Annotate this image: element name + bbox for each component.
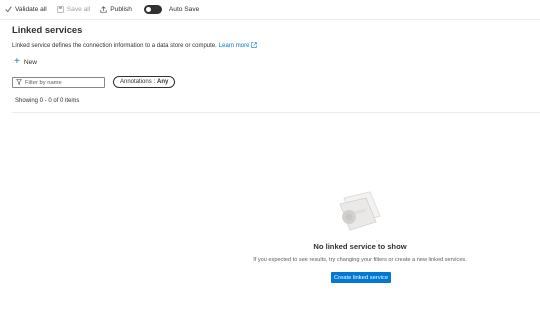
empty-state-subtitle: If you expected to see results, try chan…	[253, 257, 467, 263]
learn-more-label: Learn more	[218, 43, 250, 49]
new-label: New	[23, 58, 38, 66]
empty-state-illustration-icon	[334, 188, 386, 243]
list-divider	[12, 112, 540, 113]
publish-button[interactable]: Publish	[95, 0, 137, 19]
annotations-value: Any	[157, 79, 169, 85]
filter-by-name-input[interactable]: Filter by name	[12, 77, 105, 88]
save-all-label: Save all	[66, 6, 91, 13]
validate-icon	[5, 6, 12, 13]
auto-save-label: Auto Save	[168, 6, 200, 13]
annotations-filter-pill[interactable]: Annotations : Any	[113, 76, 176, 88]
publish-label: Publish	[110, 6, 132, 13]
description-text: Linked service defines the connection in…	[12, 43, 217, 49]
auto-save-toggle[interactable]	[143, 5, 162, 14]
learn-more-link[interactable]: Learn more	[219, 42, 258, 50]
publish-icon	[100, 6, 107, 13]
create-linked-service-button[interactable]: Create linked service	[331, 272, 391, 283]
empty-state-title: No linked service to show	[313, 242, 407, 251]
validate-all-label: Validate all	[15, 6, 47, 13]
new-button[interactable]: + New	[14, 57, 37, 67]
save-icon	[57, 6, 64, 13]
plus-icon: +	[14, 56, 20, 67]
auto-save-control: Auto Save	[137, 0, 204, 19]
item-count: Showing 0 - 0 of 0 items	[15, 98, 80, 104]
filter-icon	[16, 78, 22, 87]
validate-all-button[interactable]: Validate all	[0, 0, 52, 19]
annotations-label: Annotations :	[120, 79, 156, 85]
page-title: Linked services	[12, 24, 83, 35]
page-description: Linked service defines the connection in…	[12, 42, 258, 50]
toggle-knob	[145, 7, 151, 12]
external-link-icon	[251, 42, 258, 50]
top-toolbar: Validate all Save all Publish Auto Save	[0, 0, 540, 20]
filter-placeholder: Filter by name	[25, 79, 62, 86]
save-all-button[interactable]: Save all	[52, 0, 95, 19]
